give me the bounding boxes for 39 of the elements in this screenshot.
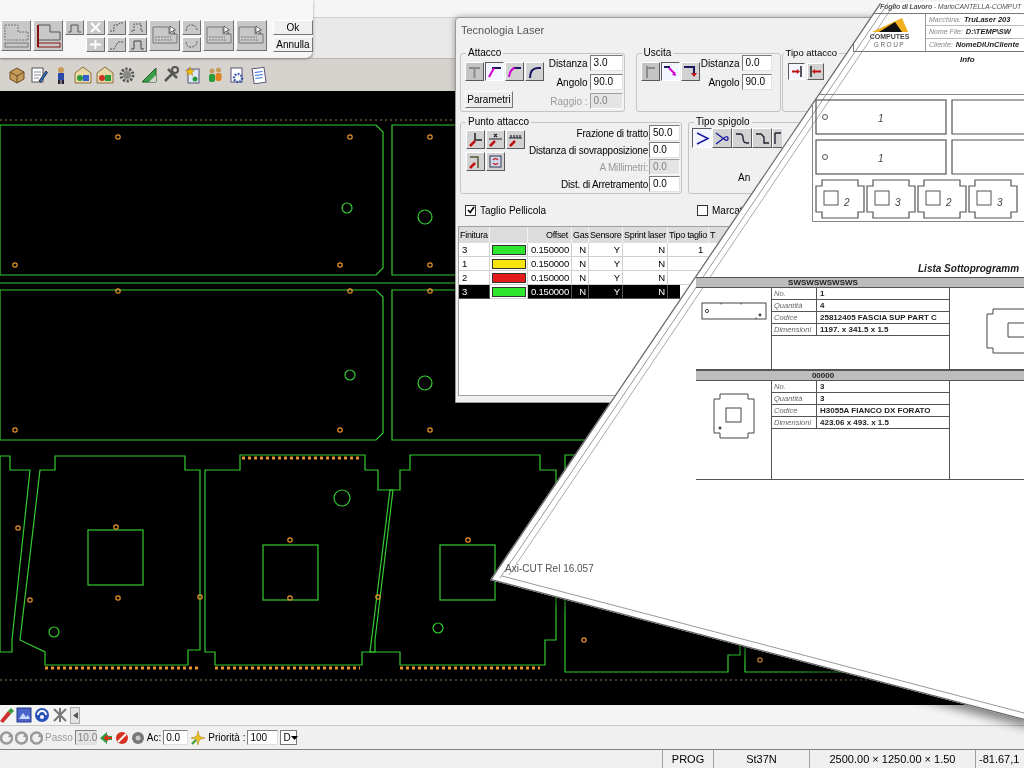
- field-label: An: [738, 172, 751, 183]
- field-label: Raggio :: [550, 95, 588, 107]
- part-label: 3: [895, 197, 901, 208]
- field-label: Frazione di tratto: [576, 127, 648, 139]
- field-label: Angolo: [556, 76, 588, 88]
- card-title: SWSWSWSWSWS: [788, 278, 858, 287]
- status-panel: PROG: [662, 750, 713, 768]
- status-panel: St37N: [713, 750, 809, 768]
- part-label: 2: [844, 197, 850, 208]
- field-label: Distanza: [700, 57, 740, 69]
- value-cell-text: H3055A FIANCO DX FORATO: [819, 405, 931, 416]
- value-cell-text: 423.06 x 493. x 1.5: [819, 417, 889, 428]
- value-cell-text: 4: [819, 300, 825, 311]
- field-label: Angolo: [708, 76, 740, 88]
- field-label: Dist. di Arretramento: [561, 178, 648, 190]
- value-cell-text: 1: [819, 288, 825, 299]
- value-cell-text: 1197. x 341.5 x 1.5: [819, 324, 889, 335]
- footer-text: Axi-CUT Rel 16.057: [505, 563, 594, 575]
- card-title: 00000: [811, 371, 835, 380]
- section-heading: Info: [960, 55, 975, 65]
- checkbox-label: Taglio Pellicola: [480, 204, 547, 216]
- field-label: Distanza di sovrapposizione: [528, 144, 648, 156]
- part-label: 1: [878, 113, 884, 124]
- field-label: Ac:: [146, 732, 162, 743]
- field-label: Distanza: [548, 57, 588, 69]
- value-cell-text: 3: [819, 381, 825, 392]
- dialog-title: Tecnologia Laser: [461, 24, 545, 36]
- value-cell-text: 3: [819, 393, 825, 404]
- status-panel: -81.67,1: [975, 750, 1024, 768]
- part-label: 2: [946, 197, 952, 208]
- field-label: Priorità :: [208, 732, 246, 743]
- part-label: 1: [878, 153, 884, 164]
- status-panel: 2500.00 × 1250.00 × 1.50: [809, 750, 975, 768]
- value-cell-text: 25812405 FASCIA SUP PART C: [819, 312, 937, 323]
- list-title: Lista Sottoprogramm: [918, 262, 1020, 275]
- part-label: 3: [997, 197, 1003, 208]
- field-label: Passo: [45, 732, 73, 743]
- checkbox-label: Marcat: [712, 204, 743, 216]
- field-label: A Millimetri:: [599, 161, 648, 173]
